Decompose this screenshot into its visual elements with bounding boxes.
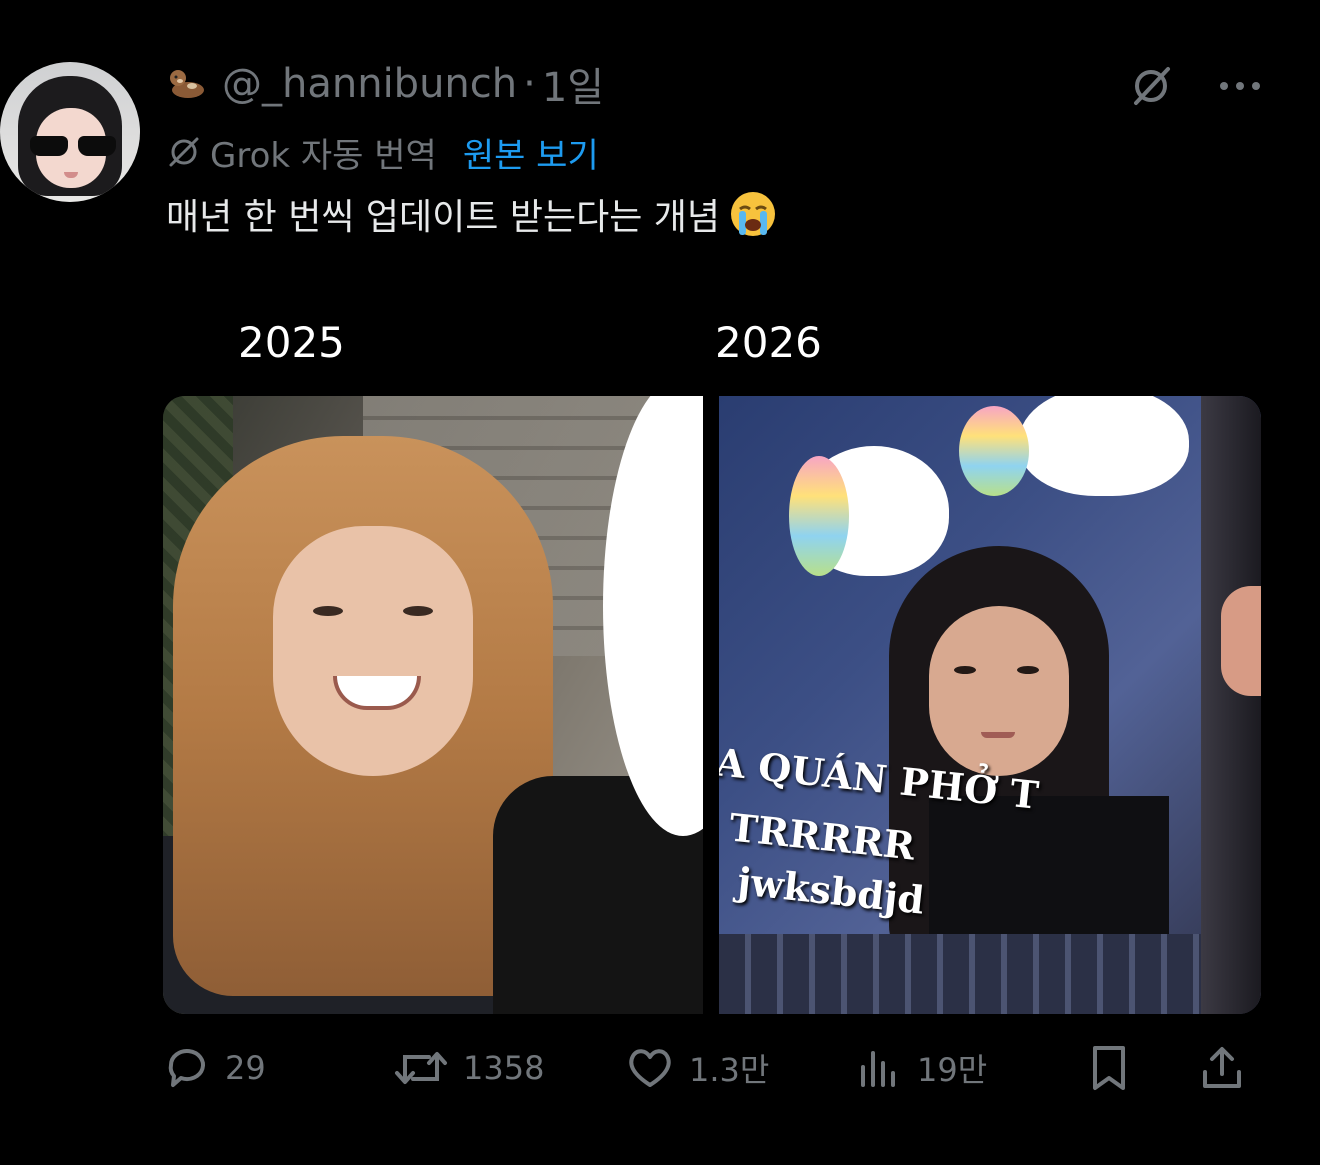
post-media[interactable]: A QUÁN PHỞ T TRRRRR jwksbdjd	[163, 396, 1261, 1014]
like-button[interactable]: 1.3만	[625, 1036, 769, 1100]
more-icon[interactable]	[1218, 80, 1262, 92]
phone-edge	[1201, 396, 1261, 1014]
reply-count: 29	[225, 1049, 266, 1087]
like-icon	[625, 1045, 675, 1091]
username[interactable]: @_hannibunch	[222, 61, 517, 107]
bookmark-button[interactable]	[1089, 1036, 1143, 1100]
otter-emoji-icon	[166, 64, 206, 104]
photo-face	[273, 526, 473, 776]
header-separator: ·	[523, 61, 536, 107]
photo-2026[interactable]: A QUÁN PHỞ T TRRRRR jwksbdjd	[719, 396, 1261, 1014]
year-label-2025: 2025	[238, 318, 345, 367]
reply-icon	[163, 1045, 211, 1091]
media-divider	[703, 396, 719, 1014]
avatar[interactable]	[0, 62, 140, 202]
show-original-link[interactable]: 원본 보기	[463, 128, 599, 177]
repost-count: 1358	[463, 1049, 545, 1087]
post-time[interactable]: 1일	[542, 55, 604, 113]
post-text: 매년 한 번씩 업데이트 받는다는 개념	[166, 186, 778, 242]
repost-icon	[393, 1045, 449, 1091]
repost-button[interactable]: 1358	[393, 1036, 544, 1100]
action-bar: 29 1358 1.3만 19만	[163, 1036, 1263, 1100]
photo2-eye-left	[954, 666, 976, 674]
photo2-face	[929, 606, 1069, 776]
like-count: 1.3만	[689, 1051, 770, 1089]
post-text-content: 매년 한 번씩 업데이트 받는다는 개념	[166, 197, 721, 238]
grok-icon	[166, 134, 202, 170]
views-count: 19만	[917, 1051, 988, 1089]
grok-slash-icon[interactable]	[1128, 63, 1174, 109]
year-label-2026: 2026	[715, 318, 822, 367]
unicorn-sticker-right	[1019, 396, 1189, 496]
bookmark-icon	[1089, 1044, 1129, 1092]
share-button[interactable]	[1199, 1036, 1259, 1100]
photo-eye-left	[313, 606, 343, 616]
post-top-actions	[1128, 60, 1262, 112]
photo-eye-right	[403, 606, 433, 616]
photo2-finger	[1221, 586, 1261, 696]
photo-2025[interactable]	[163, 396, 703, 1014]
translation-label: Grok 자동 번역	[210, 135, 437, 176]
unicorn-mane-left	[789, 456, 849, 576]
views-icon	[857, 1045, 903, 1091]
avatar-sunglasses	[30, 136, 116, 156]
photo2-eye-right	[1017, 666, 1039, 674]
views-button[interactable]: 19만	[857, 1036, 987, 1100]
photo2-mouth	[981, 732, 1015, 738]
post-header: @_hannibunch · 1일	[166, 56, 604, 112]
reply-button[interactable]: 29	[163, 1036, 266, 1100]
loudly-crying-face-emoji	[728, 189, 778, 239]
translation-row: Grok 자동 번역 원본 보기	[166, 128, 599, 176]
photo2-thumbnail-strip	[719, 934, 1261, 1014]
share-icon	[1199, 1044, 1245, 1092]
unicorn-mane-right	[959, 406, 1029, 496]
